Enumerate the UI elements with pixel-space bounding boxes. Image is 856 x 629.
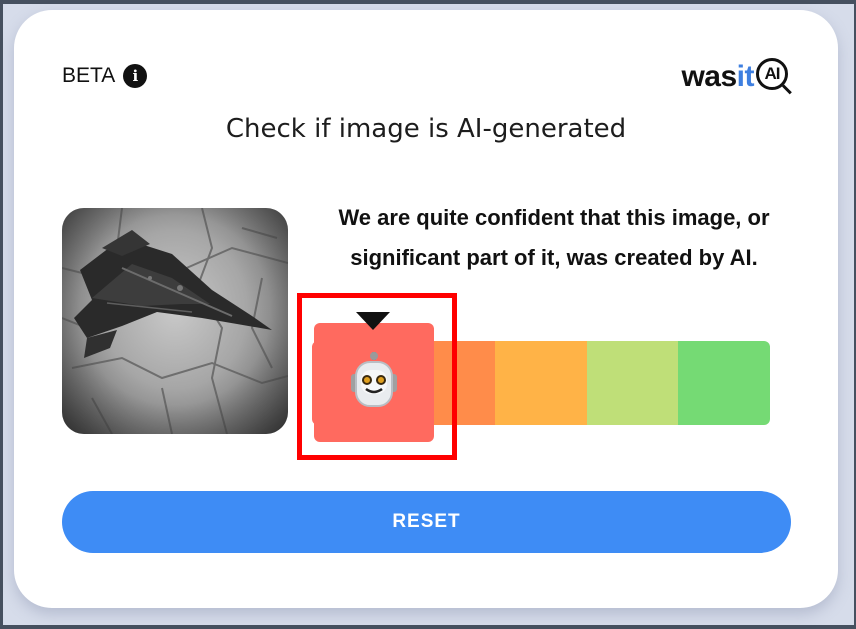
scale-segment-5 xyxy=(678,341,770,425)
scale-segment-4 xyxy=(586,341,679,425)
detector-card: BETA i was it AI Check if image is AI-gen… xyxy=(14,10,838,608)
beta-label: BETA xyxy=(62,64,116,87)
magnifier-ai-icon: AI xyxy=(756,58,794,96)
uploaded-image-thumbnail xyxy=(62,208,288,434)
wasitai-logo[interactable]: was it AI xyxy=(681,58,794,96)
window-frame-top xyxy=(0,0,856,4)
result-message-line-1: We are quite confident that this image, … xyxy=(338,205,770,230)
reset-button[interactable]: RESET xyxy=(62,491,791,553)
logo-accent: it xyxy=(736,60,755,93)
scale-segment-3 xyxy=(495,341,587,425)
logo-prefix: was xyxy=(681,60,737,93)
page-title: Check if image is AI-generated xyxy=(225,114,627,144)
window-frame-bottom xyxy=(0,625,856,629)
beta-badge: BETA i xyxy=(62,64,148,88)
selection-highlight-box xyxy=(297,293,457,460)
analyzed-image xyxy=(62,208,288,434)
info-icon[interactable]: i xyxy=(123,64,148,88)
result-message: We are quite confident that this image, … xyxy=(304,198,804,278)
window-frame-left xyxy=(0,0,3,629)
result-message-line-2: significant part of it, was created by A… xyxy=(350,245,758,270)
